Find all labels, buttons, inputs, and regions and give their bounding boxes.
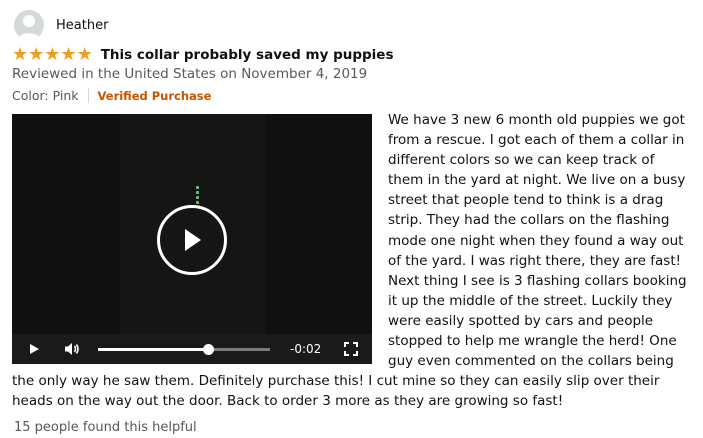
- play-icon: [30, 344, 39, 354]
- video-controls: -0:02: [12, 334, 372, 364]
- review-date: Reviewed in the United States on Novembe…: [12, 66, 368, 82]
- volume-button[interactable]: [60, 337, 84, 361]
- review-title[interactable]: This collar probably saved my puppies: [101, 47, 394, 63]
- video-progress-fill: [98, 347, 209, 351]
- play-button[interactable]: [22, 337, 46, 361]
- fullscreen-icon: [344, 342, 359, 356]
- review-title-row: ★ ★ ★ ★ ★ This collar probably saved my …: [12, 46, 394, 64]
- play-overlay-icon: [185, 229, 201, 251]
- color-variant[interactable]: Color: Pink: [12, 88, 79, 103]
- volume-icon: [65, 343, 79, 355]
- star-icon: ★: [28, 44, 45, 65]
- video-progress-handle[interactable]: [203, 343, 215, 355]
- star-icon: ★: [60, 44, 77, 65]
- star-icon: ★: [76, 44, 93, 65]
- reviewer-header: Heather: [14, 9, 108, 41]
- divider: [87, 88, 89, 103]
- user-silhouette-icon: [18, 15, 40, 40]
- star-icon: ★: [44, 44, 61, 65]
- collar-light: [196, 186, 199, 206]
- verified-purchase-badge: Verified Purchase: [97, 88, 212, 103]
- fullscreen-button[interactable]: [339, 337, 363, 361]
- star-icon: ★: [12, 44, 29, 65]
- video-player[interactable]: -0:02: [12, 114, 372, 364]
- video-progress-bar[interactable]: [98, 343, 270, 355]
- review-meta: Color: Pink Verified Purchase: [12, 88, 211, 103]
- avatar[interactable]: [14, 10, 44, 40]
- play-overlay-button[interactable]: [157, 205, 227, 275]
- reviewer-name[interactable]: Heather: [56, 18, 108, 33]
- star-rating[interactable]: ★ ★ ★ ★ ★: [12, 46, 93, 64]
- video-time-remaining: -0:02: [290, 342, 322, 356]
- helpful-count: 15 people found this helpful: [14, 420, 197, 435]
